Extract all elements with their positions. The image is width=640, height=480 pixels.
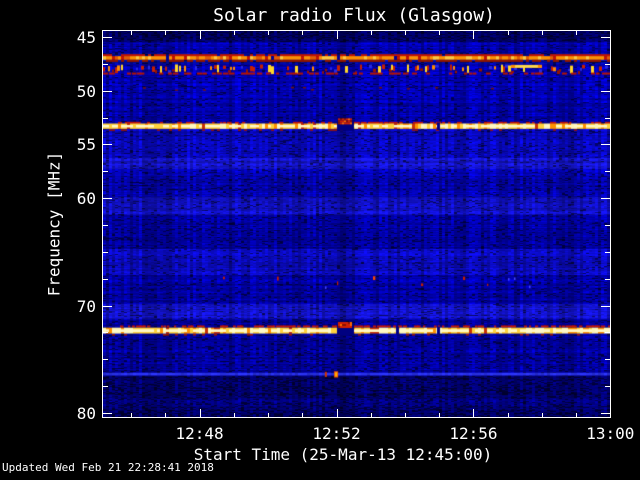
y-tick-label: 70 — [76, 296, 96, 316]
x-tick-label: 12:48 — [175, 424, 224, 443]
screenshot-root: { "footer": { "updated_text": "Updated W… — [0, 0, 640, 480]
y-tick-label: 60 — [76, 189, 96, 209]
x-tick-label: 12:56 — [449, 424, 498, 443]
x-tick-label: 13:00 — [586, 424, 635, 443]
y-tick-label: 80 — [76, 404, 96, 424]
axis-tick-labels: 45 50 55 60 70 80 12:48 12:52 12:56 13:00 — [0, 0, 640, 480]
y-tick-label: 50 — [76, 81, 96, 101]
x-tick-label: 12:52 — [312, 424, 361, 443]
y-tick-label: 55 — [76, 135, 96, 155]
y-tick-label: 45 — [76, 28, 96, 47]
